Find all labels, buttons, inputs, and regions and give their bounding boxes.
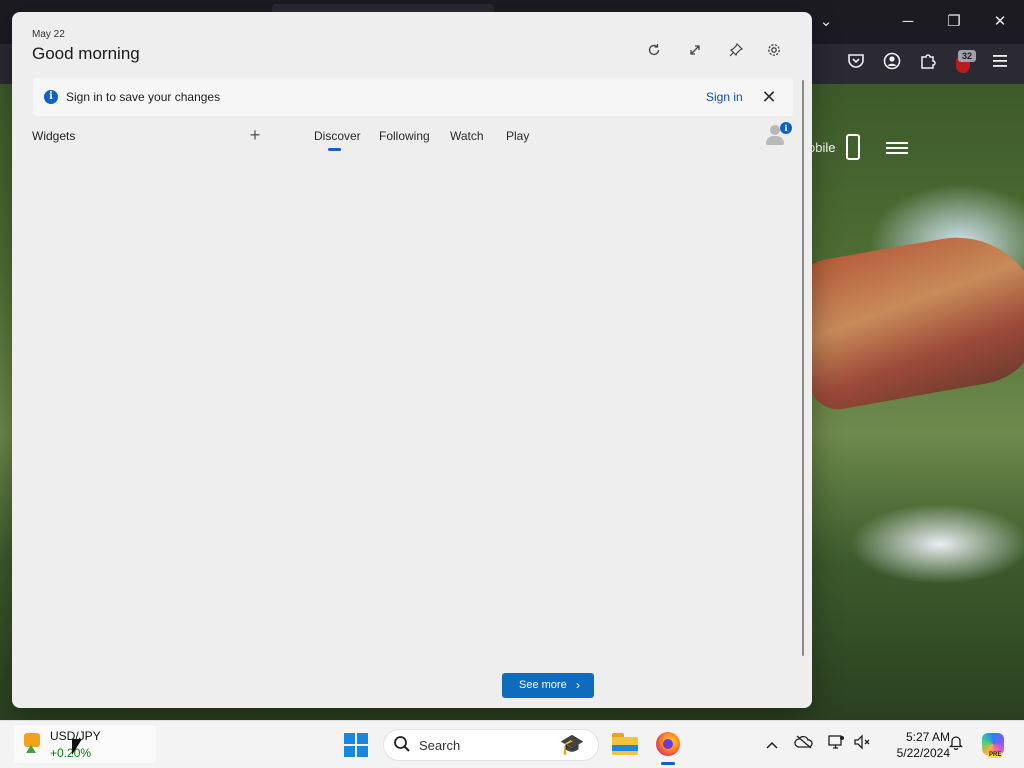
panel-scrollbar[interactable] <box>802 80 804 656</box>
browser-menu-icon[interactable] <box>988 52 1012 76</box>
site-nav-text[interactable]: obile <box>808 140 835 155</box>
widgets-section-label: Widgets <box>32 129 76 143</box>
tab-following[interactable]: Following <box>379 129 430 143</box>
panel-date: May 22 <box>32 29 65 40</box>
signin-message: Sign in to save your changes <box>66 90 221 104</box>
market-chart-icon <box>20 733 42 753</box>
tab-list-dropdown-icon[interactable]: ⌄ <box>814 10 838 34</box>
phone-icon[interactable] <box>846 134 860 160</box>
firefox-icon[interactable] <box>656 732 680 756</box>
widgets-taskbar-button[interactable]: USD/JPY +0.20% <box>14 725 156 763</box>
mouse-cursor-icon <box>72 739 82 755</box>
show-hidden-icons-chevron-icon[interactable] <box>762 734 782 754</box>
close-icon[interactable]: ✕ <box>757 85 781 109</box>
tab-watch[interactable]: Watch <box>450 129 484 143</box>
tab-discover[interactable]: Discover <box>314 129 361 143</box>
ublock-count-badge: 32 <box>958 50 976 62</box>
pocket-icon[interactable] <box>844 52 868 76</box>
eucalyptus-branch <box>788 224 1024 414</box>
pin-icon[interactable] <box>722 36 750 64</box>
account-icon[interactable] <box>880 52 904 76</box>
extensions-puzzle-icon[interactable] <box>916 52 940 76</box>
taskbar: USD/JPY +0.20% Search 🎓 5:27 AM 5/22/202… <box>0 720 1024 768</box>
start-button[interactable] <box>344 733 368 757</box>
ticker-change: +0.20% <box>50 746 92 760</box>
copilot-preview-badge: PRE <box>988 752 1003 758</box>
minimize-button[interactable]: ─ <box>896 10 920 34</box>
add-widget-button[interactable]: + <box>244 124 266 146</box>
onedrive-offline-icon[interactable] <box>794 734 814 754</box>
greeting-title: Good morning <box>32 44 140 63</box>
search-label: Search <box>419 738 461 753</box>
chevron-right-icon: › <box>576 678 580 692</box>
tab-play[interactable]: Play <box>506 129 529 143</box>
network-icon[interactable] <box>826 734 846 754</box>
info-icon: i <box>44 90 58 104</box>
close-window-button[interactable]: ✕ <box>988 10 1012 34</box>
widgets-panel: May 22 Good morning i Sign in to save yo… <box>12 12 812 708</box>
restore-button[interactable]: ❐ <box>942 10 966 34</box>
signin-link[interactable]: Sign in <box>706 90 743 104</box>
clock-date[interactable]: 5/22/2024 <box>880 746 950 760</box>
search-highlight-graduation-icon: 🎓 <box>559 734 585 756</box>
file-explorer-icon[interactable] <box>612 733 638 755</box>
taskbar-search-box[interactable]: Search 🎓 <box>383 729 599 761</box>
expand-icon[interactable] <box>681 36 709 64</box>
refresh-icon[interactable] <box>640 36 668 64</box>
site-menu-icon[interactable] <box>886 142 908 154</box>
active-tab-indicator <box>328 148 341 151</box>
see-more-label: See more <box>519 679 567 691</box>
see-more-button[interactable]: See more › <box>502 673 594 698</box>
clock-time[interactable]: 5:27 AM <box>890 730 950 744</box>
volume-muted-icon[interactable] <box>852 734 872 754</box>
settings-icon[interactable] <box>760 36 788 64</box>
firefox-active-indicator <box>661 762 675 765</box>
profile-info-badge: i <box>780 122 792 134</box>
search-icon <box>392 735 412 755</box>
notification-bell-icon[interactable] <box>946 734 966 754</box>
signin-infobar: i Sign in to save your changes Sign in ✕ <box>33 78 793 116</box>
